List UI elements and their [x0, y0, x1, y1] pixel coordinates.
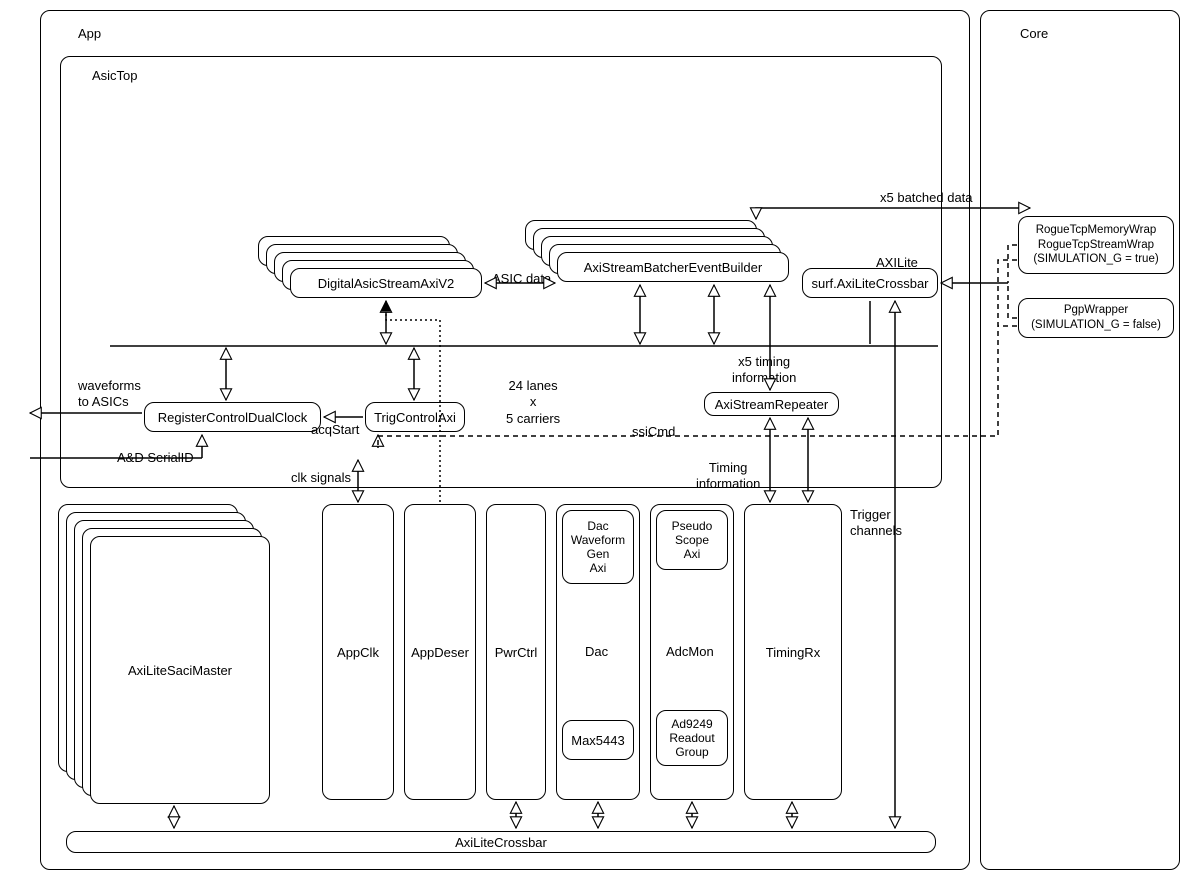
app-clk-label: AppClk	[337, 645, 379, 660]
timing-rx-label: TimingRx	[766, 645, 820, 660]
digital-asic-stream-axi-v2: DigitalAsicStreamAxiV2	[290, 268, 482, 298]
pgp-wrapper-label: PgpWrapper (SIMULATION_G = false)	[1031, 303, 1161, 333]
pwr-ctrl-label: PwrCtrl	[495, 645, 538, 660]
trigger-channels-label: Trigger channels	[850, 507, 902, 540]
dac-label: Dac	[585, 644, 608, 660]
axi-lite-crossbar-bottom: AxiLiteCrossbar	[66, 831, 936, 853]
ad9249-readout-group-label: Ad9249 Readout Group	[669, 717, 714, 759]
timing-info-label: Timing information	[696, 460, 760, 493]
register-control-dual-clock: RegisterControlDualClock	[144, 402, 321, 432]
x5-timing-label: x5 timing information	[732, 354, 796, 387]
surf-axilite-crossbar-label: surf.AxiLiteCrossbar	[811, 276, 928, 291]
ad-serialid-label: A&D SerialID	[117, 450, 194, 466]
x5-batched-label: x5 batched data	[880, 190, 973, 206]
app-clk: AppClk	[322, 504, 394, 800]
pwr-ctrl: PwrCtrl	[486, 504, 546, 800]
rogue-block-label: RogueTcpMemoryWrap RogueTcpStreamWrap (S…	[1033, 223, 1158, 268]
core-label: Core	[1020, 26, 1048, 42]
dac-waveform-gen-axi: Dac Waveform Gen Axi	[562, 510, 634, 584]
dac-waveform-gen-axi-label: Dac Waveform Gen Axi	[571, 519, 625, 575]
max5443: Max5443	[562, 720, 634, 760]
axi-stream-repeater: AxiStreamRepeater	[704, 392, 839, 416]
lanes-label: 24 lanes x 5 carriers	[506, 378, 560, 427]
rogue-block: RogueTcpMemoryWrap RogueTcpStreamWrap (S…	[1018, 216, 1174, 274]
adcmon-label: AdcMon	[666, 644, 714, 660]
batcher-label: AxiStreamBatcherEventBuilder	[584, 260, 762, 275]
pseudo-scope-axi-label: Pseudo Scope Axi	[672, 519, 713, 561]
timing-rx: TimingRx	[744, 504, 842, 800]
trig-control-axi: TrigControlAxi	[365, 402, 465, 432]
ad9249-readout-group: Ad9249 Readout Group	[656, 710, 728, 766]
core-container	[980, 10, 1180, 870]
digital-asic-stream-axi-v2-label: DigitalAsicStreamAxiV2	[318, 276, 455, 291]
ssicmd-label: ssiCmd	[632, 424, 675, 440]
axi-lite-crossbar-bottom-label: AxiLiteCrossbar	[455, 835, 547, 850]
axi-lite-saci-master-label: AxiLiteSaciMaster	[128, 663, 232, 678]
pgp-wrapper: PgpWrapper (SIMULATION_G = false)	[1018, 298, 1174, 338]
pseudo-scope-axi: Pseudo Scope Axi	[656, 510, 728, 570]
max5443-label: Max5443	[571, 733, 624, 748]
axi-lite-saci-master: AxiLiteSaciMaster	[90, 536, 270, 804]
clk-signals-label: clk signals	[291, 470, 351, 486]
axi-stream-repeater-label: AxiStreamRepeater	[715, 397, 828, 412]
register-control-dual-clock-label: RegisterControlDualClock	[158, 410, 308, 425]
surf-axilite-crossbar: surf.AxiLiteCrossbar	[802, 268, 938, 298]
acqstart-label: acqStart	[311, 422, 359, 438]
axi-stream-batcher-event-builder: AxiStreamBatcherEventBuilder	[557, 252, 789, 282]
axilite-label: AXILite	[876, 255, 918, 271]
app-deser: AppDeser	[404, 504, 476, 800]
app-deser-label: AppDeser	[411, 645, 469, 660]
waveforms-label: waveforms to ASICs	[78, 378, 141, 411]
app-label: App	[78, 26, 101, 42]
trig-control-axi-label: TrigControlAxi	[374, 410, 456, 425]
asic-data-label: ASIC data	[492, 271, 551, 287]
asictop-label: AsicTop	[92, 68, 138, 84]
